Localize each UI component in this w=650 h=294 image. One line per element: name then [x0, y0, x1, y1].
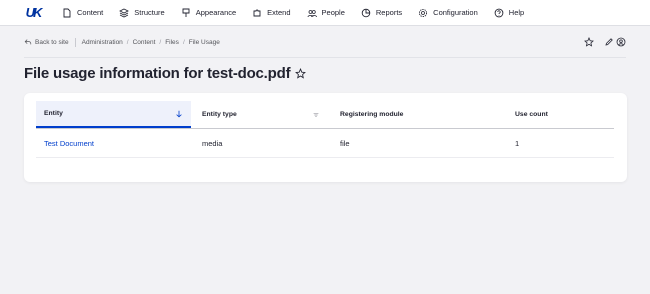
back-to-site-link[interactable]: Back to site — [24, 38, 69, 46]
chart-icon — [361, 8, 371, 17]
site-logo[interactable]: UK — [20, 0, 46, 26]
toolbar-item-extend[interactable]: Extend — [244, 0, 298, 26]
column-header-entity-type[interactable]: Entity type — [194, 101, 328, 128]
file-icon — [63, 8, 71, 17]
column-header-label: Entity — [44, 110, 63, 117]
file-usage-card: Entity Entity type Registering module Us… — [24, 93, 627, 182]
table-cell-entity[interactable]: Test Document — [36, 137, 94, 149]
page-title-wrapper: File usage information for test-doc.pdf — [24, 65, 307, 82]
logo-text: UK — [25, 5, 43, 20]
admin-toolbar: UK Content Structure Appearance Extend P… — [0, 0, 650, 26]
table-cell-use-count: 1 — [515, 138, 520, 148]
toolbar-item-label: Content — [77, 8, 104, 17]
toolbar-item-content[interactable]: Content — [54, 0, 111, 26]
breadcrumb-separator: / — [159, 38, 162, 46]
entity-link[interactable]: Test Document — [44, 139, 94, 148]
toolbar-item-people[interactable]: People — [299, 0, 353, 26]
breadcrumb-item-administration[interactable]: Administration — [82, 39, 123, 46]
column-header-registering-module: Registering module — [332, 101, 502, 128]
toolbar-item-help[interactable]: Help — [486, 0, 532, 26]
toolbar-item-label: Configuration — [433, 8, 478, 17]
column-header-label: Use count — [515, 111, 548, 118]
toolbar-item-label: Reports — [375, 8, 403, 17]
back-arrow-icon — [24, 39, 32, 45]
puzzle-icon — [253, 9, 261, 16]
sort-icon — [313, 112, 319, 117]
pencil-icon[interactable] — [604, 37, 614, 47]
gear-icon — [419, 8, 428, 17]
layers-icon — [119, 8, 130, 17]
toolbar-item-structure[interactable]: Structure — [111, 0, 172, 26]
user-icon[interactable] — [616, 37, 626, 47]
toolbar-item-configuration[interactable]: Configuration — [410, 0, 486, 26]
column-header-label: Entity type — [202, 111, 237, 118]
table-row-divider — [36, 157, 614, 158]
help-icon — [494, 8, 504, 17]
breadcrumb-item-file-usage: File Usage — [188, 38, 220, 46]
breadcrumb-separator: / — [182, 38, 185, 46]
toolbar-item-label: Appearance — [195, 8, 237, 17]
page-title: File usage information for test-doc.pdf — [24, 65, 291, 82]
breadcrumb-divider — [74, 37, 76, 47]
column-header-entity[interactable]: Entity — [36, 101, 191, 128]
table-cell-entity-type: media — [202, 138, 223, 148]
table-cell-registering-module: file — [340, 138, 350, 148]
breadcrumb-item-content[interactable]: Content — [133, 39, 156, 46]
paint-icon — [182, 8, 190, 17]
column-header-use-count: Use count — [507, 101, 607, 128]
page-actions — [574, 34, 626, 50]
people-icon — [307, 9, 317, 17]
breadcrumb: Back to site Administration / Content / … — [24, 34, 626, 50]
toolbar-item-appearance[interactable]: Appearance — [173, 0, 244, 26]
toolbar-item-label: Structure — [134, 8, 165, 17]
toolbar-item-label: People — [321, 8, 345, 17]
sort-descending-icon — [176, 110, 182, 117]
table-header-divider — [36, 128, 614, 129]
toolbar-item-reports[interactable]: Reports — [353, 0, 410, 26]
toolbar-item-label: Extend — [267, 8, 291, 17]
toolbar-item-label: Help — [508, 8, 525, 17]
breadcrumb-separator: / — [126, 38, 129, 46]
star-outline-icon[interactable] — [295, 68, 307, 79]
back-to-site-label: Back to site — [35, 38, 69, 46]
column-header-label: Registering module — [340, 111, 404, 118]
breadcrumb-item-files[interactable]: Files — [165, 39, 179, 46]
header-divider — [24, 57, 626, 58]
star-icon[interactable] — [584, 37, 594, 47]
